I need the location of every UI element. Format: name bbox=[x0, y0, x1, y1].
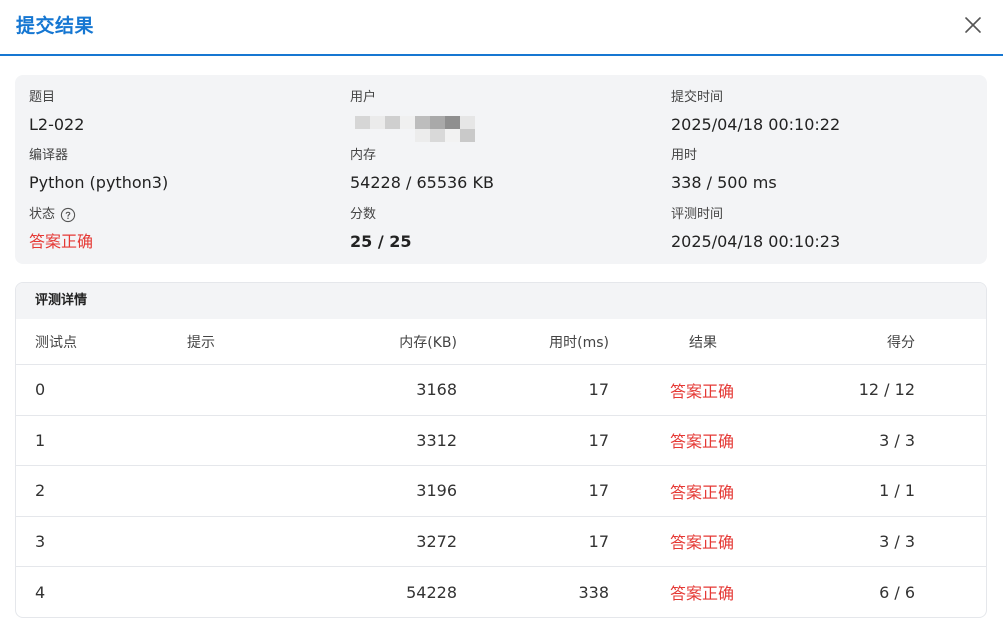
submit-time-field: 提交时间 2025/04/18 00:10:22 bbox=[671, 89, 840, 136]
row-result: 答案正确 bbox=[670, 482, 735, 502]
row-memory: 54228 bbox=[406, 582, 457, 602]
header-result: 结果 bbox=[689, 334, 717, 351]
user-value-redacted bbox=[350, 116, 490, 144]
row-score: 3 / 3 bbox=[879, 531, 915, 551]
status-field: 状态 答案正确 bbox=[29, 206, 93, 253]
status-value: 答案正确 bbox=[29, 232, 94, 251]
row-time: 17 bbox=[588, 380, 609, 400]
table-row: 4 54228 338 答案正确 6 / 6 bbox=[16, 567, 986, 617]
row-result: 答案正确 bbox=[670, 584, 735, 604]
details-table-header: 测试点 提示 内存(KB) 用时(ms) 结果 得分 bbox=[16, 319, 986, 365]
row-memory: 3168 bbox=[416, 380, 457, 400]
judge-time-field: 评测时间 2025/04/18 00:10:23 bbox=[671, 206, 840, 253]
header-memory: 内存(KB) bbox=[399, 334, 457, 351]
judge-details-title: 评测详情 bbox=[16, 283, 986, 319]
compiler-value: Python (python3) bbox=[29, 173, 169, 192]
usetime-field: 用时 338 / 500 ms bbox=[671, 147, 777, 194]
row-result: 答案正确 bbox=[670, 533, 735, 553]
dialog-title: 提交结果 bbox=[16, 15, 95, 37]
memory-value: 54228 / 65536 KB bbox=[350, 173, 494, 192]
row-memory: 3272 bbox=[416, 531, 457, 551]
row-time: 17 bbox=[588, 481, 609, 501]
row-result: 答案正确 bbox=[670, 432, 735, 452]
score-value: 25 / 25 bbox=[350, 232, 412, 251]
row-memory: 3196 bbox=[416, 481, 457, 501]
compiler-field: 编译器 Python (python3) bbox=[29, 147, 168, 194]
score-field: 分数 25 / 25 bbox=[350, 206, 412, 253]
judge-time-value: 2025/04/18 00:10:23 bbox=[671, 232, 841, 251]
row-time: 17 bbox=[588, 430, 609, 450]
usetime-value: 338 / 500 ms bbox=[671, 173, 777, 192]
header-case: 测试点 bbox=[35, 334, 77, 351]
user-field: 用户 bbox=[350, 89, 490, 144]
row-case: 3 bbox=[35, 531, 46, 551]
dialog-header: 提交结果 bbox=[0, 0, 1003, 56]
memory-field: 内存 54228 / 65536 KB bbox=[350, 147, 494, 194]
table-row: 3 3272 17 答案正确 3 / 3 bbox=[16, 517, 986, 567]
row-score: 3 / 3 bbox=[879, 430, 915, 450]
status-label: 状态 bbox=[29, 207, 56, 222]
compiler-label: 编译器 bbox=[29, 148, 69, 163]
row-case: 1 bbox=[35, 430, 46, 450]
problem-value[interactable]: L2-022 bbox=[29, 114, 84, 136]
row-score: 1 / 1 bbox=[879, 481, 915, 501]
row-score: 6 / 6 bbox=[879, 582, 915, 602]
table-row: 1 3312 17 答案正确 3 / 3 bbox=[16, 416, 986, 466]
row-time: 17 bbox=[588, 531, 609, 551]
problem-field: 题目 L2-022 bbox=[29, 89, 84, 136]
submit-time-value: 2025/04/18 00:10:22 bbox=[671, 115, 841, 134]
submit-time-label: 提交时间 bbox=[671, 90, 724, 105]
row-memory: 3312 bbox=[416, 430, 457, 450]
row-case: 4 bbox=[35, 582, 46, 602]
close-icon[interactable] bbox=[962, 14, 984, 36]
table-row: 0 3168 17 答案正确 12 / 12 bbox=[16, 365, 986, 416]
header-score: 得分 bbox=[887, 334, 915, 351]
question-circle-icon[interactable] bbox=[60, 207, 76, 223]
memory-label: 内存 bbox=[350, 148, 377, 163]
row-score: 12 / 12 bbox=[858, 380, 915, 400]
header-hint: 提示 bbox=[187, 334, 215, 351]
judge-time-label: 评测时间 bbox=[671, 207, 724, 222]
judge-details-card: 评测详情 测试点 提示 内存(KB) 用时(ms) 结果 得分 0 3168 1… bbox=[15, 282, 987, 618]
row-case: 2 bbox=[35, 481, 46, 501]
problem-label: 题目 bbox=[29, 90, 56, 105]
header-time: 用时(ms) bbox=[549, 334, 609, 351]
usetime-label: 用时 bbox=[671, 148, 698, 163]
submission-summary: 题目 L2-022 用户 提交时间 2025/04/18 00:10:22 编译… bbox=[15, 75, 987, 264]
row-result: 答案正确 bbox=[670, 381, 735, 401]
user-label: 用户 bbox=[350, 90, 377, 105]
row-case: 0 bbox=[35, 380, 46, 400]
score-label: 分数 bbox=[350, 207, 377, 222]
row-time: 338 bbox=[578, 582, 609, 602]
table-row: 2 3196 17 答案正确 1 / 1 bbox=[16, 466, 986, 517]
